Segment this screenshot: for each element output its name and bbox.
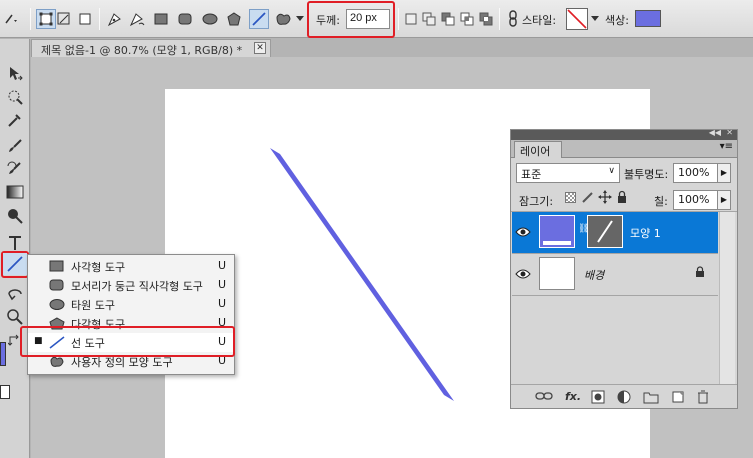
separator — [99, 8, 100, 30]
menu-item-rectangle-tool[interactable]: 사각형 도구 U — [28, 257, 234, 276]
panel-tabs: 레이어 ▾≡ — [511, 140, 737, 158]
history-brush-tool-icon[interactable] — [3, 158, 27, 180]
layer-name[interactable]: 모양 1 — [630, 225, 661, 241]
collapse-panel-icon[interactable]: ◀◀ — [709, 128, 721, 137]
adjustment-layer-icon[interactable] — [617, 390, 633, 404]
style-label: 스타일: — [522, 14, 557, 27]
close-document-icon[interactable]: ✕ — [254, 42, 266, 54]
style-swatch-none[interactable] — [566, 8, 588, 30]
layer-row-shape-1[interactable]: ⛓ 모양 1 — [512, 212, 718, 254]
thickness-label: 두께: — [316, 14, 340, 27]
line-tool-menu-highlight — [20, 326, 235, 357]
lock-label: 잠그기: — [519, 195, 554, 208]
rounded-rectangle-icon — [49, 279, 65, 292]
line-tool-button-icon[interactable] — [3, 253, 27, 275]
line-tool-icon[interactable] — [249, 9, 269, 29]
style-dropdown-icon[interactable] — [589, 9, 601, 29]
menu-item-ellipse-tool[interactable]: 타원 도구 U — [28, 295, 234, 314]
fill-input[interactable]: 100% — [673, 190, 718, 210]
tools-panel — [0, 39, 30, 458]
tool-preset-icon[interactable] — [0, 9, 20, 29]
visibility-eye-icon[interactable] — [515, 267, 531, 281]
panel-footer: fx. — [511, 384, 737, 408]
gradient-tool-icon[interactable] — [3, 181, 27, 203]
lock-pixels-icon[interactable] — [581, 190, 595, 207]
shape-layers-icon[interactable] — [36, 9, 56, 29]
vector-mask-thumbnail[interactable] — [587, 215, 623, 248]
rounded-rectangle-tool-icon[interactable] — [175, 9, 195, 29]
separator — [499, 8, 500, 30]
freeform-pen-icon[interactable] — [127, 9, 147, 29]
link-icon[interactable] — [503, 9, 523, 29]
shape-dropdown-icon[interactable] — [294, 9, 306, 29]
separator — [398, 8, 399, 30]
paths-icon[interactable] — [54, 9, 74, 29]
layer-name[interactable]: 배경 — [584, 267, 604, 283]
fill-pixels-icon[interactable] — [75, 9, 95, 29]
layers-panel: ◀◀ ✕ 레이어 ▾≡ 표준 ∨ 불투명도: 100% ▶ 잠그기: 칠: 10… — [510, 128, 738, 409]
thickness-input[interactable]: 20 px — [346, 9, 390, 29]
eyedropper-tool-icon[interactable] — [3, 109, 27, 131]
layer-row-background[interactable]: 배경 — [512, 254, 718, 296]
lock-all-icon[interactable] — [616, 190, 628, 207]
options-bar: 두께: 20 px 스타일: 색상: — [0, 0, 753, 38]
brush-tool-icon[interactable] — [3, 135, 27, 157]
quick-selection-tool-icon[interactable] — [3, 86, 27, 108]
layer-style-fx-icon[interactable]: fx. — [565, 390, 581, 404]
color-label: 색상: — [605, 14, 629, 27]
quick-mask-icon[interactable] — [0, 385, 10, 399]
visibility-eye-icon[interactable] — [515, 225, 531, 239]
lock-transparent-icon[interactable] — [565, 192, 576, 203]
background-thumbnail[interactable] — [539, 257, 575, 290]
link-layers-icon[interactable] — [535, 390, 553, 404]
opacity-arrow-icon[interactable]: ▶ — [717, 163, 731, 183]
panel-title-bar: ◀◀ ✕ — [511, 128, 737, 140]
layers-scrollbar[interactable] — [719, 212, 735, 384]
new-shape-layer-icon[interactable] — [401, 9, 421, 29]
exclude-shape-icon[interactable] — [476, 9, 496, 29]
close-panel-icon[interactable]: ✕ — [726, 128, 733, 137]
zoom-tool-icon[interactable] — [3, 306, 27, 328]
intersect-shape-icon[interactable] — [457, 9, 477, 29]
move-tool-icon[interactable] — [3, 63, 27, 85]
custom-shape-tool-icon[interactable] — [273, 9, 293, 29]
foreground-color-swatch[interactable] — [0, 342, 6, 366]
layer-fill-thumbnail[interactable] — [539, 215, 575, 248]
new-layer-icon[interactable] — [671, 390, 687, 404]
polygon-tool-icon[interactable] — [224, 9, 244, 29]
add-to-shape-icon[interactable] — [419, 9, 439, 29]
separator — [30, 8, 31, 30]
dodge-tool-icon[interactable] — [3, 205, 27, 227]
document-tab[interactable]: 제목 없음-1 @ 80.7% (모양 1, RGB/8) * ✕ — [31, 39, 271, 57]
lock-icon — [695, 266, 705, 281]
chevron-down-icon: ∨ — [608, 166, 615, 176]
pen-tool-icon[interactable] — [105, 9, 125, 29]
new-group-icon[interactable] — [643, 390, 659, 404]
rectangle-icon — [49, 260, 65, 273]
document-title: 제목 없음-1 @ 80.7% (모양 1, RGB/8) * — [41, 44, 243, 57]
3d-rotate-tool-icon[interactable] — [3, 283, 27, 305]
ellipse-icon — [49, 298, 65, 311]
fill-arrow-icon[interactable]: ▶ — [717, 190, 731, 210]
lock-position-icon[interactable] — [598, 190, 612, 207]
delete-layer-icon[interactable] — [697, 390, 713, 404]
tab-layers[interactable]: 레이어 — [514, 141, 562, 158]
ellipse-tool-icon[interactable] — [200, 9, 220, 29]
subtract-shape-icon[interactable] — [438, 9, 458, 29]
panel-menu-icon[interactable]: ▾≡ — [720, 141, 733, 152]
fill-label: 칠: — [654, 195, 668, 208]
opacity-label: 불투명도: — [624, 168, 669, 181]
blend-mode-select[interactable]: 표준 ∨ — [516, 163, 620, 183]
drawn-line-shape[interactable] — [270, 148, 454, 401]
opacity-input[interactable]: 100% — [673, 163, 718, 183]
menu-item-rounded-rectangle-tool[interactable]: 모서리가 둥근 직사각형 도구 U — [28, 276, 234, 295]
color-swatch[interactable] — [635, 10, 661, 27]
rectangle-tool-icon[interactable] — [151, 9, 171, 29]
add-mask-icon[interactable] — [591, 390, 607, 404]
